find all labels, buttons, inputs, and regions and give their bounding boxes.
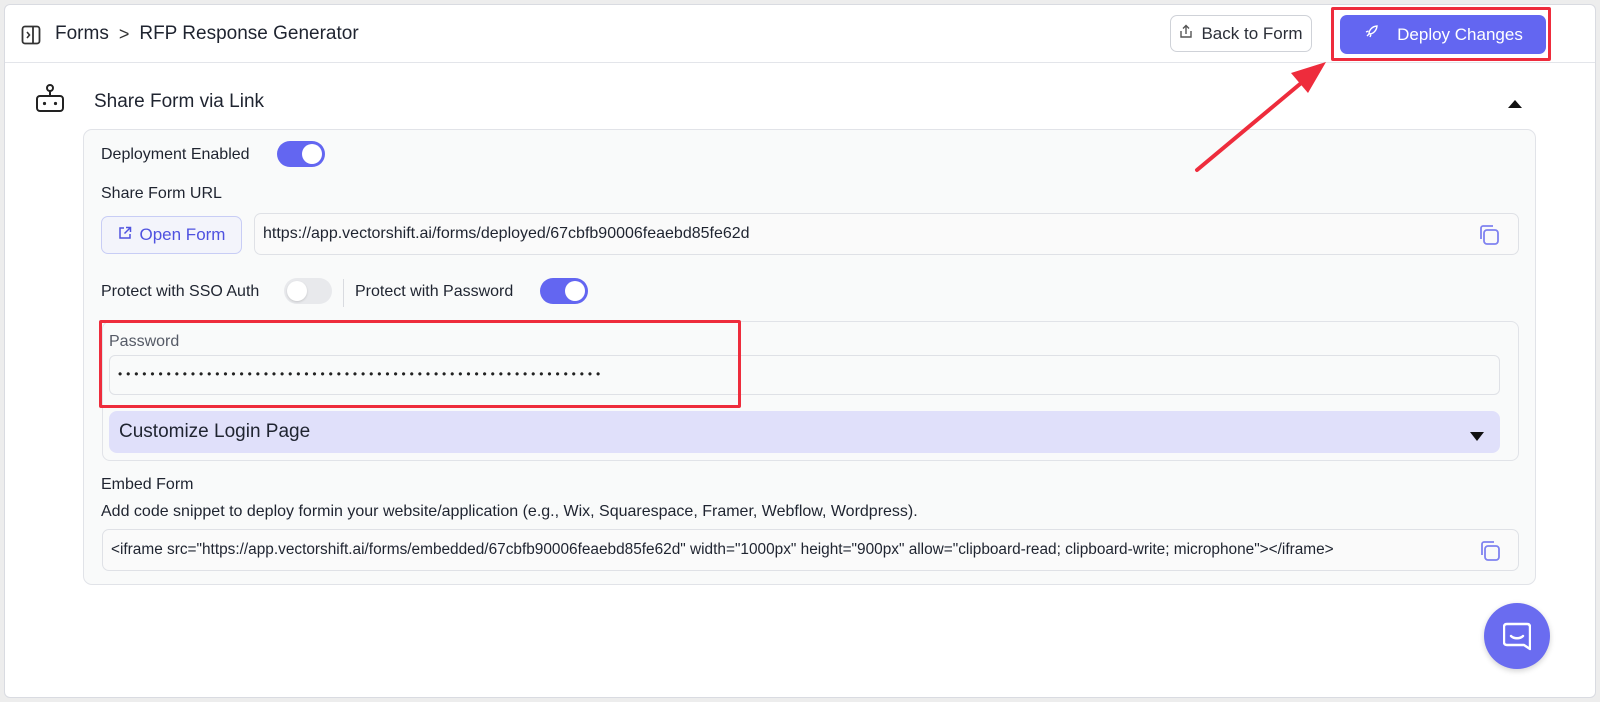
- deployment-enabled-label: Deployment Enabled: [101, 146, 250, 163]
- caret-up-icon[interactable]: [1508, 96, 1522, 108]
- share-url-value: https://app.vectorshift.ai/forms/deploye…: [263, 225, 750, 242]
- embed-snippet-value: <iframe src="https://app.vectorshift.ai/…: [111, 541, 1334, 558]
- embed-form-title: Embed Form: [101, 476, 194, 493]
- open-form-button[interactable]: Open Form: [101, 216, 242, 254]
- copy-icon[interactable]: [1477, 223, 1501, 247]
- sidebar-toggle-icon[interactable]: [21, 25, 41, 45]
- breadcrumb: Forms > RFP Response Generator: [55, 23, 359, 45]
- caret-down-icon: [1470, 428, 1484, 441]
- back-to-form-button[interactable]: Back to Form: [1170, 15, 1312, 52]
- divider: [343, 279, 344, 307]
- breadcrumb-separator: >: [118, 23, 130, 44]
- upload-icon: [1179, 24, 1193, 44]
- external-link-icon: [118, 225, 132, 245]
- password-toggle[interactable]: [540, 278, 588, 304]
- share-url-label: Share Form URL: [101, 185, 222, 202]
- embed-form-description: Add code snippet to deploy formin your w…: [101, 503, 918, 520]
- sso-auth-label: Protect with SSO Auth: [101, 283, 260, 300]
- app-window: Forms > RFP Response Generator Back to F…: [4, 4, 1596, 698]
- breadcrumb-forms[interactable]: Forms: [55, 23, 109, 45]
- section-title: Share Form via Link: [94, 91, 265, 112]
- toggle-knob: [287, 281, 307, 301]
- back-to-form-label: Back to Form: [1201, 23, 1303, 43]
- customize-login-label: Customize Login Page: [119, 421, 311, 442]
- toggle-knob: [565, 281, 585, 301]
- chat-icon: [1502, 622, 1532, 657]
- top-bar: Forms > RFP Response Generator Back to F…: [5, 5, 1595, 63]
- chat-launcher-button[interactable]: [1484, 603, 1550, 669]
- share-url-field[interactable]: https://app.vectorshift.ai/forms/deploye…: [254, 213, 1519, 255]
- breadcrumb-current: RFP Response Generator: [139, 23, 359, 44]
- embed-snippet-field[interactable]: <iframe src="https://app.vectorshift.ai/…: [102, 529, 1519, 571]
- password-highlight-box: [99, 320, 741, 408]
- copy-icon[interactable]: [1478, 539, 1502, 563]
- deploy-highlight-box: [1331, 7, 1551, 61]
- password-protect-label: Protect with Password: [355, 283, 514, 300]
- robot-icon: [35, 83, 65, 115]
- toggle-knob: [302, 144, 322, 164]
- sso-toggle[interactable]: [284, 278, 332, 304]
- deployment-toggle[interactable]: [277, 141, 325, 167]
- customize-login-accordion[interactable]: Customize Login Page: [109, 411, 1500, 453]
- open-form-label: Open Form: [139, 225, 226, 244]
